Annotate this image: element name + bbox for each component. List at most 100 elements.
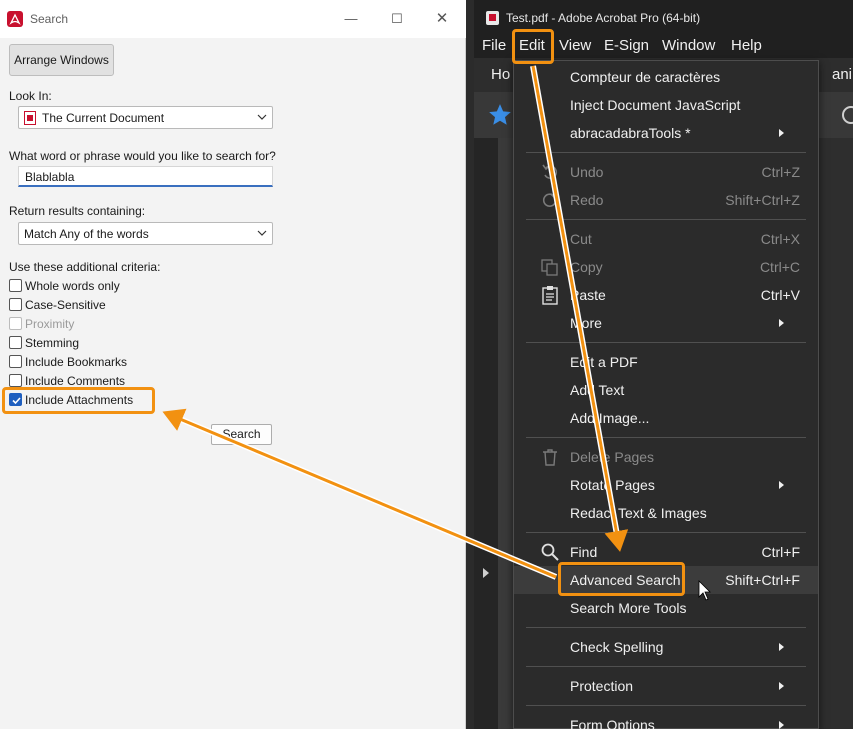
search-window: Search — ☐ ✕ Arrange Windows Look In: Th… [0,0,466,729]
menu-item-label: Copy [570,259,603,275]
menu-item-label: Protection [570,678,634,694]
star-icon[interactable] [487,102,513,128]
menu-item-label: Add Text [570,382,625,398]
close-icon[interactable]: ✕ [427,8,457,30]
menu-item-shortcut: Ctrl+F [761,544,801,560]
menu-item-label: Compteur de caractères [570,69,721,85]
look-in-label: Look In: [9,89,52,103]
pdf-document-icon [24,111,36,125]
checkbox-box[interactable] [9,279,22,292]
checkbox-label: Whole words only [25,279,120,293]
menu-item-label: Find [570,544,598,560]
menu-item-label: Edit a PDF [570,354,638,370]
copy-icon [541,259,558,276]
acrobat-icon [7,11,23,27]
menu-item-label: Rotate Pages [570,477,655,493]
redo-icon [542,192,558,207]
menu-item-cut: Cut Ctrl+X [514,225,818,253]
menu-item-label: Undo [570,164,604,180]
menu-item-shortcut: Ctrl+V [760,287,800,303]
menu-item-add-text[interactable]: Add Text [514,376,818,404]
menu-item-shortcut: Shift+Ctrl+Z [725,192,800,208]
menu-separator [526,342,806,343]
menu-item-more[interactable]: More [514,309,818,337]
menu-item-inject-js[interactable]: Inject Document JavaScript [514,91,818,119]
menu-item-compteur[interactable]: Compteur de caractères [514,63,818,91]
search-titlebar: Search — ☐ ✕ [0,0,466,38]
right-pane [818,138,853,729]
menu-file[interactable]: File [482,37,506,54]
menu-item-shortcut: Ctrl+Z [761,164,801,180]
menu-item-edit-pdf[interactable]: Edit a PDF [514,348,818,376]
circle-icon[interactable] [842,106,853,124]
menu-separator [526,437,806,438]
menu-item-check-spelling[interactable]: Check Spelling [514,633,818,661]
menu-separator [526,666,806,667]
menu-item-label: Redo [570,192,604,208]
edit-menu-highlight [512,29,554,64]
checkbox-box[interactable] [9,298,22,311]
results-value: Match Any of the words [24,227,149,241]
submenu-arrow-icon [779,721,784,729]
maximize-icon[interactable]: ☐ [382,8,412,30]
menu-separator [526,627,806,628]
menu-item-copy: Copy Ctrl+C [514,253,818,281]
tab-document[interactable]: ani [832,66,852,83]
expand-arrow-icon[interactable] [483,568,489,578]
menu-item-redact[interactable]: Redact Text & Images [514,499,818,527]
left-pane [474,138,498,729]
menu-separator [526,705,806,706]
submenu-arrow-icon [779,481,784,489]
checkbox-label: Stemming [25,336,80,350]
checkbox-label: Case-Sensitive [25,298,106,312]
tab-home[interactable]: Ho [491,66,510,83]
menu-item-shortcut: Shift+Ctrl+F [725,572,800,588]
menu-item-undo: Undo Ctrl+Z [514,158,818,186]
menu-item-delete-pages: Delete Pages [514,443,818,471]
menu-window[interactable]: Window [662,37,715,54]
menu-item-label: abracadabraTools * [570,125,691,141]
menu-item-rotate-pages[interactable]: Rotate Pages [514,471,818,499]
menu-item-add-image[interactable]: Add Image... [514,404,818,432]
menu-item-label: Paste [570,287,606,303]
look-in-select[interactable]: The Current Document [18,106,273,129]
checkbox-box[interactable] [9,336,22,349]
menu-esign[interactable]: E-Sign [604,37,649,54]
results-label: Return results containing: [9,204,146,218]
menu-item-label: Delete Pages [570,449,655,465]
chevron-down-icon [257,114,267,120]
edit-menu: Compteur de caractères Inject Document J… [513,60,819,729]
trash-icon [543,449,557,466]
include-attachments-highlight [2,387,155,414]
search-button[interactable]: Search [211,424,272,445]
checkbox-box [9,317,22,330]
menu-item-label: Cut [570,231,592,247]
paste-icon [542,286,558,305]
menu-item-label: Redact Text & Images [570,505,707,521]
checkbox-label: Include Bookmarks [25,355,128,369]
menu-item-shortcut: Ctrl+X [760,231,800,247]
menu-item-redo: Redo Shift+Ctrl+Z [514,186,818,214]
menu-item-paste[interactable]: Paste Ctrl+V [514,281,818,309]
checkbox-box[interactable] [9,355,22,368]
menu-item-shortcut: Ctrl+C [759,259,800,275]
undo-icon [542,164,558,179]
menu-item-abracadabra[interactable]: abracadabraTools * [514,119,818,147]
checkbox-box[interactable] [9,374,22,387]
acrobat-window-title: Test.pdf - Adobe Acrobat Pro (64-bit) [506,11,701,25]
arrange-windows-button[interactable]: Arrange Windows [9,44,114,76]
menu-item-label: More [570,315,602,331]
minimize-icon[interactable]: — [336,8,366,30]
menu-separator [526,152,806,153]
search-input[interactable]: Blablabla [18,166,273,187]
search-icon [541,543,559,561]
menu-item-label: Inject Document JavaScript [570,97,741,113]
menu-help[interactable]: Help [731,37,762,54]
results-select[interactable]: Match Any of the words [18,222,273,245]
submenu-arrow-icon [779,682,784,690]
menu-view[interactable]: View [559,37,591,54]
menu-item-search-more-tools[interactable]: Search More Tools [514,594,818,622]
menu-item-protection[interactable]: Protection [514,672,818,700]
submenu-arrow-icon [779,129,784,137]
menu-item-form-options[interactable]: Form Options [514,711,818,729]
